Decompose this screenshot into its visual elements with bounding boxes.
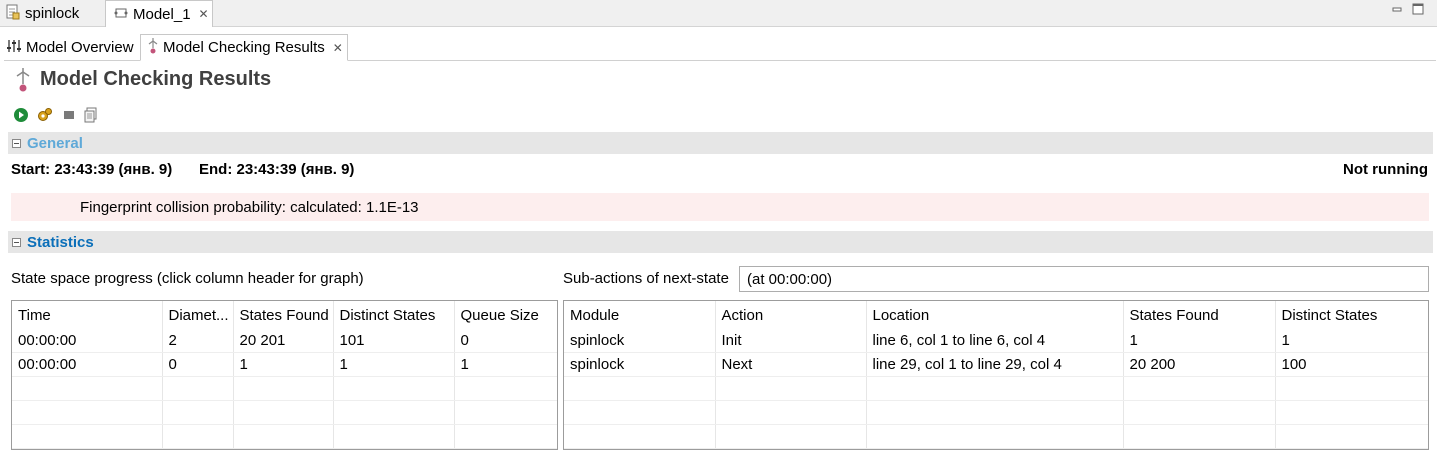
column-header[interactable]: States Found — [1123, 301, 1276, 329]
table-row[interactable]: 00:00:00 2 20 201 101 0 — [12, 329, 557, 353]
statistics-section-header[interactable]: Statistics — [8, 231, 1433, 253]
editor-tab-label: spinlock — [25, 4, 80, 22]
state-space-label: State space progress (click column heade… — [11, 270, 364, 287]
model-checking-title-icon — [14, 66, 32, 97]
table-cell: line 6, col 1 to line 6, col 4 — [866, 329, 1124, 353]
subactions-label: Sub-actions of next-state — [563, 270, 729, 287]
table-header-row: Module Action Location States Found Dist… — [564, 301, 1428, 329]
table-cell: 1 — [1275, 329, 1428, 353]
column-header[interactable]: Time — [12, 301, 163, 329]
table-cell: 20 200 — [1123, 352, 1276, 377]
maximize-icon[interactable] — [1411, 2, 1425, 16]
minimize-icon[interactable] — [1390, 2, 1404, 16]
table-cell: spinlock — [564, 329, 716, 353]
empty-row — [12, 400, 557, 425]
column-header[interactable]: Queue Size — [454, 301, 557, 329]
table-row[interactable]: spinlock Init line 6, col 1 to line 6, c… — [564, 329, 1428, 353]
table-cell: 0 — [162, 352, 234, 377]
table-cell: 00:00:00 — [12, 329, 163, 353]
editor-tab-strip — [0, 0, 1437, 27]
state-space-table[interactable]: Time Diamet... States Found Distinct Sta… — [11, 300, 558, 450]
table-row[interactable]: 00:00:00 0 1 1 1 — [12, 352, 557, 377]
table-cell: Next — [715, 352, 867, 377]
column-header[interactable]: Diamet... — [162, 301, 234, 329]
table-cell: 0 — [454, 329, 557, 353]
model-checking-icon — [147, 37, 159, 58]
stop-icon[interactable] — [61, 107, 77, 123]
tab-label: Model Overview — [26, 38, 134, 56]
section-title: General — [27, 134, 83, 152]
page-title: Model Checking Results — [40, 68, 272, 90]
table-cell: 101 — [333, 329, 455, 353]
general-section-header[interactable]: General — [8, 132, 1433, 154]
empty-row — [12, 424, 557, 449]
copy-icon[interactable] — [83, 107, 99, 123]
collapse-icon[interactable] — [12, 237, 21, 247]
table-cell: 20 201 — [233, 329, 334, 353]
sliders-icon — [6, 38, 22, 57]
column-header[interactable]: Location — [866, 301, 1124, 329]
table-cell: 1 — [333, 352, 455, 377]
empty-row — [564, 376, 1428, 401]
collapse-icon[interactable] — [12, 138, 21, 148]
column-header[interactable]: Module — [564, 301, 716, 329]
column-header[interactable]: States Found — [233, 301, 334, 329]
table-cell: 1 — [1123, 329, 1276, 353]
subactions-table[interactable]: Module Action Location States Found Dist… — [563, 300, 1429, 450]
section-title: Statistics — [27, 233, 94, 251]
run-icon[interactable] — [13, 107, 29, 123]
tab-label: Model Checking Results — [163, 39, 325, 56]
subactions-field[interactable]: (at 00:00:00) — [739, 266, 1429, 292]
start-time: Start: 23:43:39 (янв. 9) — [11, 161, 173, 178]
close-icon[interactable]: ✕ — [333, 41, 343, 55]
empty-row — [564, 400, 1428, 425]
run-with-options-icon[interactable] — [37, 107, 53, 123]
table-cell: spinlock — [564, 352, 716, 377]
column-header[interactable]: Distinct States — [333, 301, 455, 329]
close-icon[interactable]: ✕ — [199, 7, 209, 21]
table-cell: 00:00:00 — [12, 352, 163, 377]
table-cell: line 29, col 1 to line 29, col 4 — [866, 352, 1124, 377]
editor-tab-label: Model_1 — [133, 5, 191, 23]
table-cell: 1 — [454, 352, 557, 377]
table-row[interactable]: spinlock Next line 29, col 1 to line 29,… — [564, 352, 1428, 377]
column-header[interactable]: Distinct States — [1275, 301, 1428, 329]
table-cell: 2 — [162, 329, 234, 353]
table-cell: 100 — [1275, 352, 1428, 377]
tla-file-icon — [6, 4, 20, 23]
tab-model-checking-results[interactable]: Model Checking Results ✕ — [140, 34, 348, 61]
table-header-row: Time Diamet... States Found Distinct Sta… — [12, 301, 557, 329]
table-cell: 1 — [233, 352, 334, 377]
editor-tab-model[interactable]: Model_1 ✕ — [105, 0, 213, 27]
editor-tab-spinlock[interactable]: spinlock — [0, 0, 104, 26]
model-icon — [114, 6, 128, 23]
run-status: Not running — [1343, 161, 1428, 178]
empty-row — [564, 424, 1428, 449]
table-cell: Init — [715, 329, 867, 353]
fingerprint-text: Fingerprint collision probability: calcu… — [80, 199, 419, 216]
end-time: End: 23:43:39 (янв. 9) — [199, 161, 355, 178]
tab-model-overview[interactable]: Model Overview — [6, 34, 134, 60]
empty-row — [12, 376, 557, 401]
column-header[interactable]: Action — [715, 301, 867, 329]
